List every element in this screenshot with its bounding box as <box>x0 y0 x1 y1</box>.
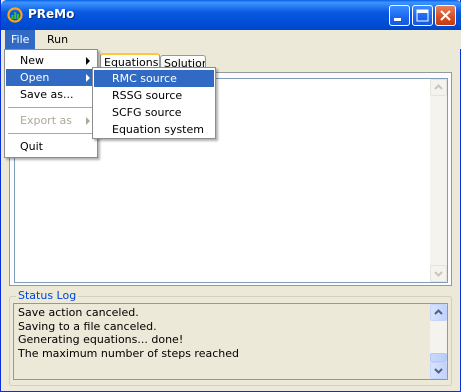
equations-scrollbar[interactable] <box>430 79 447 282</box>
menu-item-export-as-label: Export as <box>20 114 72 127</box>
menu-item-quit[interactable]: Quit <box>6 138 96 155</box>
scroll-up-button[interactable] <box>430 304 447 321</box>
minimize-button[interactable] <box>389 5 410 26</box>
submenu-item-equation-system[interactable]: Equation system <box>94 121 214 138</box>
chevron-down-icon <box>434 368 443 374</box>
menu-item-new[interactable]: New <box>6 52 96 69</box>
maximize-button[interactable] <box>412 5 433 26</box>
submenu-item-rssg-source[interactable]: RSSG source <box>94 87 214 104</box>
scroll-down-button[interactable] <box>430 362 447 379</box>
chevron-up-icon <box>434 309 443 315</box>
scroll-down-button[interactable] <box>430 265 447 282</box>
status-log-label: Status Log <box>16 289 79 302</box>
menu-item-open-label: Open <box>20 71 50 84</box>
status-log-scrollbar[interactable] <box>430 304 447 379</box>
status-log-lines: Save action canceled. Saving to a file c… <box>18 306 239 360</box>
menu-run[interactable]: Run <box>41 30 74 49</box>
file-menu-dropdown: New Open Save as... Export as Quit <box>4 49 98 158</box>
close-icon <box>440 10 451 21</box>
menu-item-save-as[interactable]: Save as... <box>6 86 96 103</box>
premo-logo-icon <box>7 7 23 23</box>
maximize-icon <box>416 9 429 22</box>
submenu-arrow-icon <box>86 74 90 82</box>
menu-item-export-as: Export as <box>6 112 96 129</box>
submenu-arrow-icon <box>86 57 90 65</box>
log-line: The maximum number of steps reached <box>18 346 239 360</box>
menu-item-new-label: New <box>20 54 44 67</box>
menu-file[interactable]: File <box>5 30 36 49</box>
title-bar[interactable]: PReMo <box>1 0 461 30</box>
minimize-icon <box>394 18 401 21</box>
submenu-arrow-icon <box>86 117 90 125</box>
menu-item-open[interactable]: Open <box>6 69 96 86</box>
menu-bar: File Run <box>1 30 461 49</box>
close-button[interactable] <box>435 5 456 26</box>
log-line: Saving to a file canceled. <box>18 319 157 333</box>
scroll-up-button[interactable] <box>430 79 447 96</box>
chevron-up-icon <box>434 84 443 90</box>
status-log-group: Status Log Save action canceled. Saving … <box>9 289 452 387</box>
menu-item-quit-label: Quit <box>20 140 43 153</box>
menu-separator <box>8 133 94 134</box>
log-line: Generating equations... done! <box>18 333 184 346</box>
menu-separator <box>8 107 94 108</box>
submenu-item-rmc-source[interactable]: RMC source <box>94 70 214 87</box>
status-log-text-area[interactable]: Save action canceled. Saving to a file c… <box>13 303 448 380</box>
log-line: Save action canceled. <box>18 306 139 319</box>
submenu-item-scfg-source[interactable]: SCFG source <box>94 104 214 121</box>
open-submenu: RMC source RSSG source SCFG source Equat… <box>92 67 216 139</box>
chevron-down-icon <box>434 271 443 277</box>
window-title: PReMo <box>28 7 75 21</box>
scroll-thumb[interactable] <box>430 353 447 362</box>
menu-item-save-as-label: Save as... <box>20 88 74 101</box>
